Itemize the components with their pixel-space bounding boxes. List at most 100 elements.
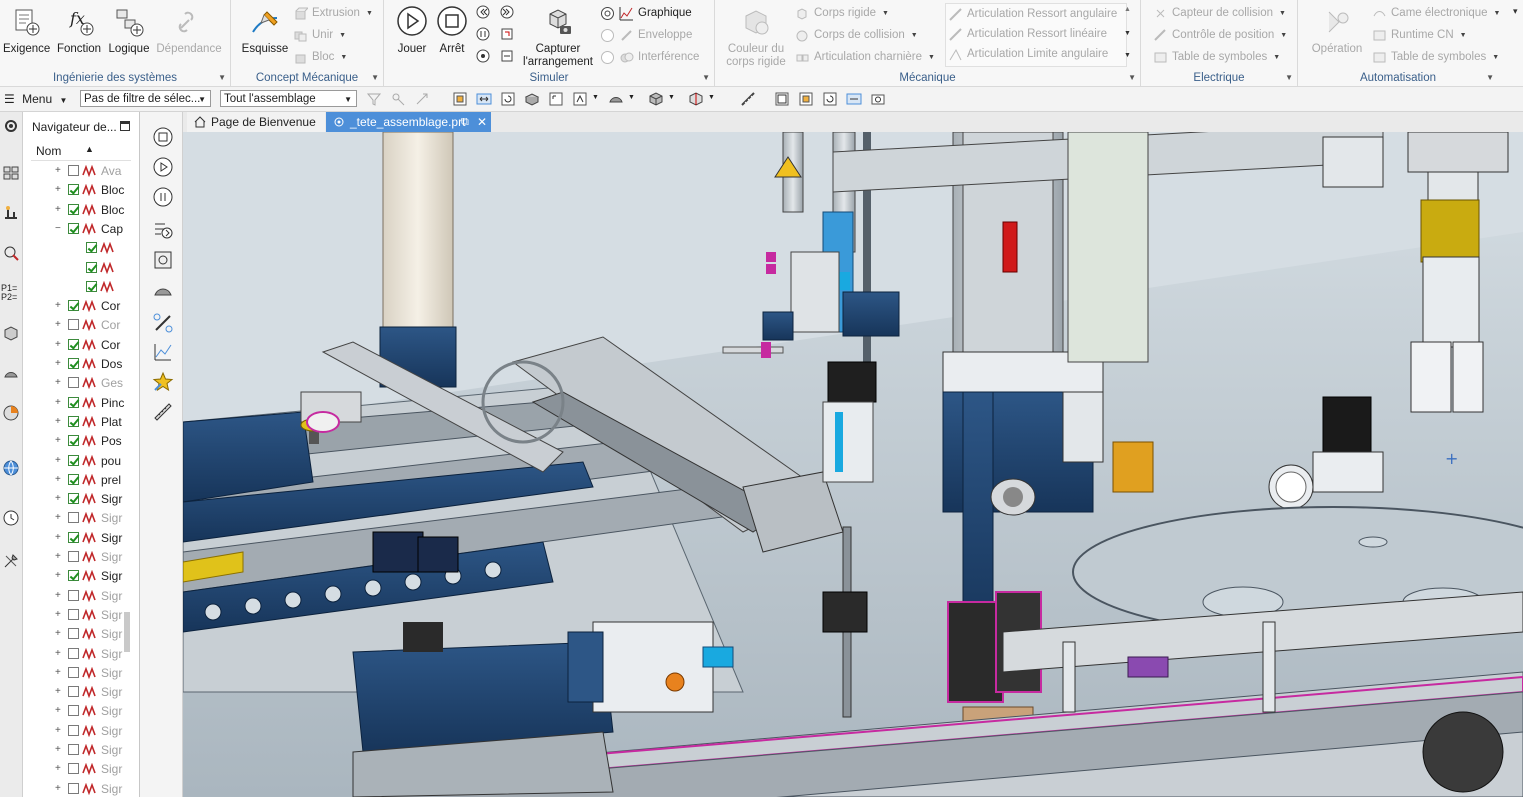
measure-icon[interactable]: [740, 91, 756, 107]
expand-icon[interactable]: +: [55, 552, 63, 562]
chevron-down-icon[interactable]: ▼: [708, 94, 715, 101]
render-style-icon[interactable]: [608, 91, 624, 107]
visibility-checkbox[interactable]: [68, 782, 79, 794]
requirement-button[interactable]: Exigence: [3, 4, 50, 56]
visibility-checkbox[interactable]: [68, 570, 79, 582]
linear-spring-button[interactable]: Articulation Ressort linéaire: [948, 25, 1107, 43]
tree-row[interactable]: + Sigr: [23, 722, 139, 741]
filter-icon[interactable]: [366, 91, 382, 107]
search-part-icon[interactable]: [2, 244, 20, 262]
assembly-scope-select[interactable]: Tout l'assemblage ▼: [220, 90, 357, 107]
expand-icon[interactable]: +: [55, 590, 63, 600]
tree-row[interactable]: + Sigr: [23, 567, 139, 586]
gallery-scroll-up-icon[interactable]: ▲: [1124, 6, 1131, 13]
component-view-icon[interactable]: [798, 91, 814, 107]
expand-icon[interactable]: +: [55, 609, 63, 619]
play-button[interactable]: Jouer: [392, 4, 432, 56]
visibility-checkbox[interactable]: [68, 744, 79, 755]
expand-icon[interactable]: +: [55, 436, 63, 446]
collision-body-button[interactable]: Corps de collision ▼: [795, 26, 918, 44]
pie-chart-icon[interactable]: [2, 404, 20, 422]
rewind-icon[interactable]: [476, 5, 490, 19]
tree-row[interactable]: + Pos: [23, 432, 139, 451]
play-circle-icon[interactable]: [152, 156, 174, 178]
symbol-table-auto-button[interactable]: Table de symboles ▼: [1372, 48, 1499, 66]
visibility-checkbox[interactable]: [68, 628, 79, 640]
visibility-checkbox[interactable]: [68, 203, 79, 215]
tree-row[interactable]: + Sigr: [23, 741, 139, 760]
inspect-body-icon[interactable]: [152, 280, 174, 302]
visibility-checkbox[interactable]: [68, 184, 79, 196]
expand-icon[interactable]: +: [55, 474, 63, 484]
tree-row[interactable]: + Sigr: [23, 702, 139, 721]
graphics-viewport[interactable]: +: [183, 132, 1523, 797]
step-play-icon[interactable]: [152, 218, 174, 240]
snap-icon[interactable]: [414, 91, 430, 107]
rotate-icon[interactable]: [500, 91, 516, 107]
interference-button[interactable]: Interférence: [600, 48, 699, 66]
step-icon[interactable]: [500, 27, 514, 41]
visibility-checkbox[interactable]: [68, 415, 79, 427]
visibility-checkbox[interactable]: [68, 358, 79, 369]
tree-row[interactable]: [23, 259, 139, 278]
visibility-checkbox[interactable]: [68, 377, 79, 389]
gallery-scroll-down-icon[interactable]: ▼: [1124, 30, 1131, 37]
trend-chart-icon[interactable]: [152, 341, 174, 363]
visibility-checkbox[interactable]: [68, 300, 79, 312]
joint-gallery[interactable]: Articulation Ressort angulaire Articulat…: [945, 3, 1127, 67]
visibility-checkbox[interactable]: [68, 589, 79, 601]
select-tool-icon[interactable]: [390, 91, 406, 107]
visibility-checkbox[interactable]: [68, 763, 79, 775]
collision-sensor-button[interactable]: Capteur de collision ▼: [1153, 4, 1286, 22]
chevron-down-icon[interactable]: ▼: [592, 94, 599, 101]
visibility-checkbox[interactable]: [86, 280, 97, 292]
tree-row[interactable]: + Sigr: [23, 683, 139, 702]
chevron-down-icon[interactable]: ▼: [218, 73, 226, 82]
expand-icon[interactable]: +: [55, 629, 63, 639]
visibility-checkbox[interactable]: [86, 242, 97, 254]
block-button[interactable]: Bloc ▼: [293, 48, 347, 66]
visibility-checkbox[interactable]: [68, 512, 79, 524]
expand-icon[interactable]: +: [55, 416, 63, 426]
operation-button[interactable]: Opération: [1306, 4, 1368, 56]
external-link-icon[interactable]: ⧉: [461, 112, 469, 132]
envelope-button[interactable]: Enveloppe: [600, 26, 692, 44]
visibility-checkbox[interactable]: [68, 608, 79, 620]
expand-icon[interactable]: +: [55, 725, 63, 735]
visibility-checkbox[interactable]: [68, 396, 79, 408]
tree-row[interactable]: + Sigr: [23, 548, 139, 567]
gallery-expand-icon[interactable]: ▼: [1124, 52, 1131, 59]
assembly-navigator-icon[interactable]: [2, 164, 20, 182]
expand-icon[interactable]: +: [55, 204, 63, 214]
tree-row[interactable]: + Sigr: [23, 606, 139, 625]
visibility-checkbox[interactable]: [68, 222, 79, 234]
tree-row[interactable]: + Cor: [23, 336, 139, 355]
gear-icon[interactable]: [2, 117, 20, 135]
tree-row[interactable]: + Sigr: [23, 780, 139, 797]
tree-row[interactable]: + Plat: [23, 413, 139, 432]
collapse-icon[interactable]: −: [55, 223, 63, 233]
extrude-button[interactable]: Extrusion ▼: [293, 4, 373, 22]
chevron-down-icon[interactable]: ▼: [371, 73, 379, 82]
logic-button[interactable]: Logique: [106, 4, 152, 56]
rigid-body-button[interactable]: Corps rigide ▼: [795, 4, 889, 22]
view-orient-icon[interactable]: [572, 91, 588, 107]
expand-icon[interactable]: +: [55, 667, 63, 677]
tree-row[interactable]: + pou: [23, 452, 139, 471]
tree-row[interactable]: [23, 239, 139, 258]
sketch-button[interactable]: Esquisse: [239, 4, 291, 56]
tree-row[interactable]: + Sigr: [23, 490, 139, 509]
sequence-navigator-icon[interactable]: [2, 364, 20, 382]
visibility-checkbox[interactable]: [68, 338, 79, 350]
dependency-button[interactable]: Dépendance: [154, 4, 224, 56]
close-tab-icon[interactable]: ✕: [477, 112, 487, 132]
hinge-joint-button[interactable]: Articulation charnière ▼: [795, 48, 935, 66]
expand-icon[interactable]: +: [55, 706, 63, 716]
menu-button[interactable]: ☰ Menu ▼: [4, 92, 67, 106]
record-icon[interactable]: [152, 249, 174, 271]
rigid-body-color-button[interactable]: Couleur du corps rigide: [723, 4, 789, 69]
tree-row[interactable]: + Sigr: [23, 625, 139, 644]
function-button[interactable]: fx Fonction: [54, 4, 104, 56]
snapshot-view-icon[interactable]: [870, 91, 886, 107]
constraint-navigator-icon[interactable]: [2, 204, 20, 222]
